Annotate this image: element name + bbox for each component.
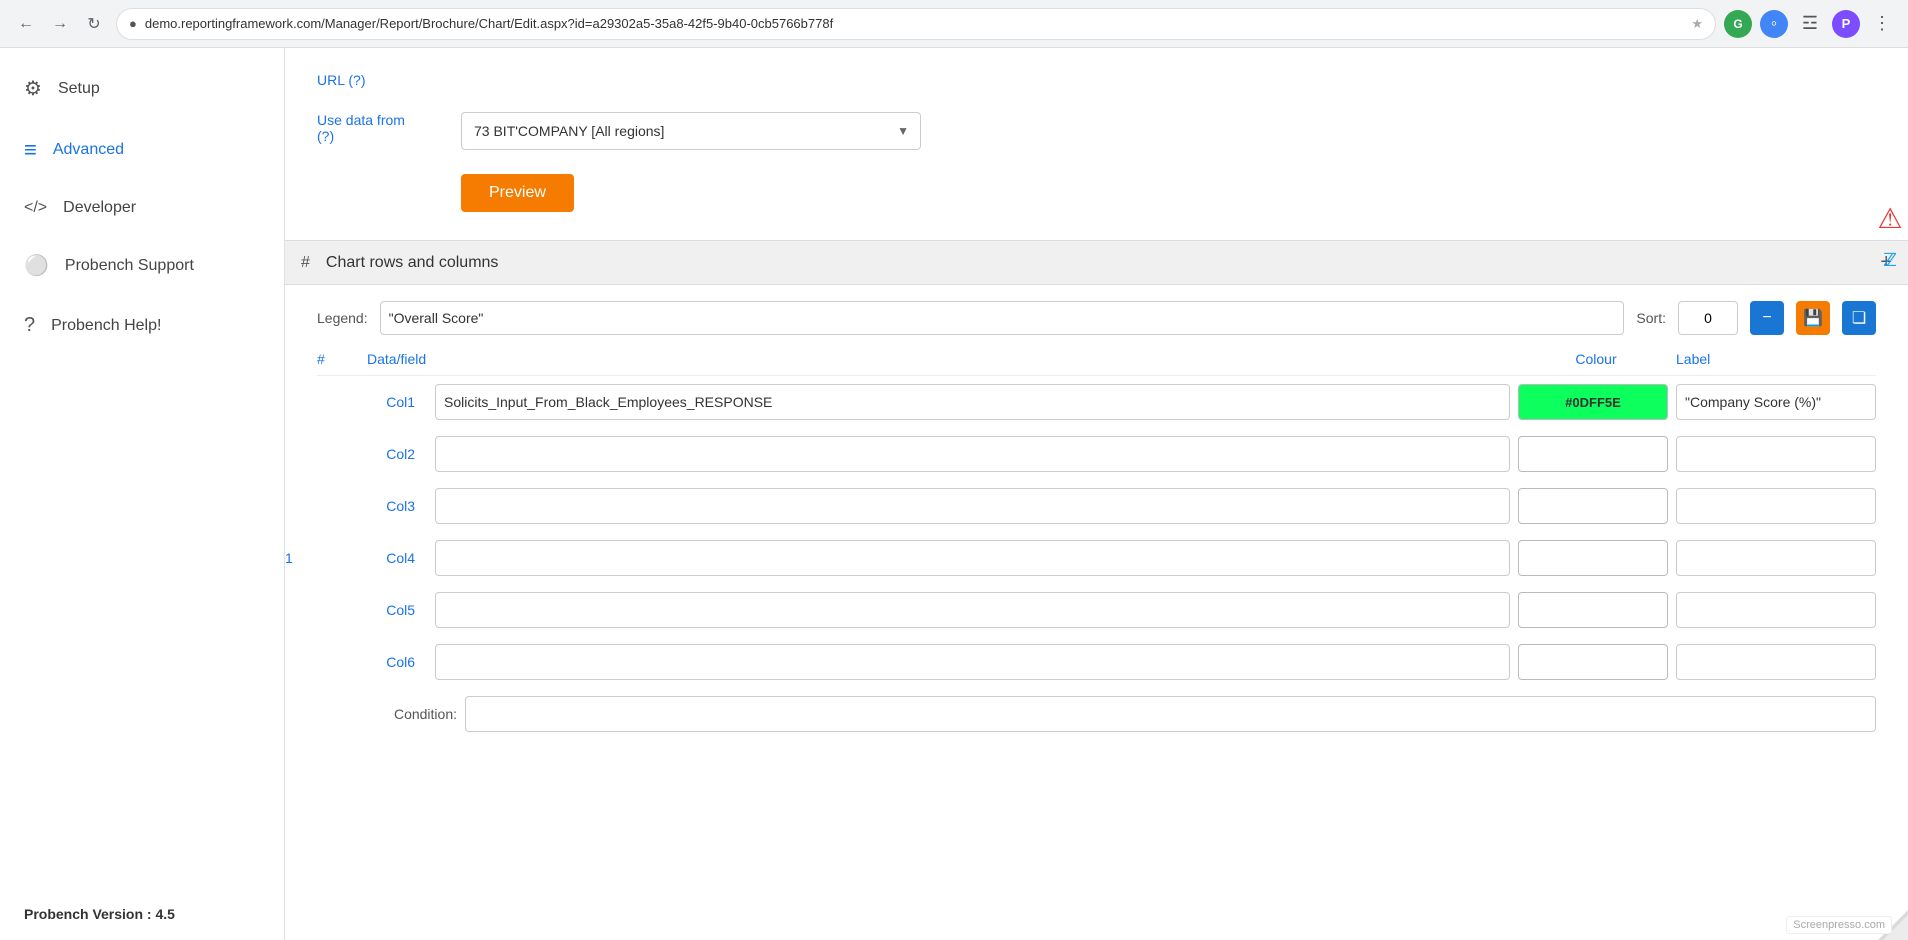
browser-actions: G ◦ ☲ P ⋮ (1724, 10, 1896, 38)
col3-data-input[interactable] (435, 488, 1510, 524)
col2-colour-box[interactable] (1518, 436, 1668, 472)
advanced-icon: ≡ (24, 137, 37, 163)
col2-num: Col2 (377, 446, 427, 462)
version-label: Probench Version : 4.5 (0, 888, 284, 940)
data-from-label: Use data from (?) (317, 112, 437, 144)
chart-section-title: Chart rows and columns (326, 254, 1880, 272)
sidebar-label-advanced: Advanced (53, 141, 124, 159)
setup-icon: ⚙ (24, 76, 42, 101)
developer-icon: </> (24, 199, 47, 217)
col4-data-input[interactable] (435, 540, 1510, 576)
legend-input[interactable] (380, 301, 1625, 335)
col-header-data: Data/field (367, 351, 1516, 367)
col2-label-input[interactable] (1676, 436, 1876, 472)
star-icon: ★ (1691, 16, 1703, 32)
support-icon: ⚪ (24, 253, 49, 278)
col3-num: Col3 (377, 498, 427, 514)
col4-num: Col4 (377, 550, 427, 566)
url-text: demo.reportingframework.com/Manager/Repo… (145, 16, 1683, 31)
sort-copy-button[interactable]: ❏ (1842, 301, 1876, 335)
sort-minus-button[interactable]: − (1750, 301, 1784, 335)
row1-label: Row1 (285, 550, 293, 566)
alert-icon[interactable]: ⚠ (1872, 200, 1908, 236)
data-from-help: (?) (317, 128, 437, 144)
chart-hash: # (301, 254, 310, 272)
col-header-label: Label (1676, 351, 1876, 367)
condition-row: Condition: (377, 688, 1876, 740)
extension-icon-2[interactable]: ◦ (1760, 10, 1788, 38)
table-row: Col3 (377, 480, 1876, 532)
col-header-hash: # (317, 351, 367, 367)
browser-nav: ← → ↻ (12, 10, 108, 38)
sidebar-label-setup: Setup (58, 80, 100, 98)
sidebar-item-probench-help[interactable]: ? Probench Help! (0, 296, 284, 355)
chart-section-header: # Chart rows and columns + (285, 240, 1908, 285)
data-select-wrapper: 73 BIT'COMPANY [All regions] ▼ (461, 112, 921, 150)
column-headers: # Data/field Colour Label (317, 343, 1876, 376)
profile-icon[interactable]: P (1832, 10, 1860, 38)
refresh-button[interactable]: ↻ (80, 10, 108, 38)
condition-input[interactable] (465, 696, 1876, 732)
col6-colour-box[interactable] (1518, 644, 1668, 680)
sort-input[interactable] (1678, 301, 1738, 335)
col5-label-input[interactable] (1676, 592, 1876, 628)
sidebar-item-advanced[interactable]: ≡ Advanced (0, 119, 284, 181)
data-from-text: Use data from (317, 112, 437, 128)
sidebar-label-support: Probench Support (65, 257, 194, 275)
table-row: Col1 #0DFF5E (377, 376, 1876, 428)
rows-container: Row1 Col1 #0DFF5E Col2 Col3 (317, 376, 1876, 740)
twitter-icon[interactable]: 𝕫 (1872, 240, 1908, 276)
sort-save-button[interactable]: 💾 (1796, 301, 1830, 335)
col-header-colour: Colour (1516, 351, 1676, 367)
url-row: URL (?) (317, 72, 1876, 88)
col3-label-input[interactable] (1676, 488, 1876, 524)
sidebar-item-setup[interactable]: ⚙ Setup (0, 58, 284, 119)
col5-data-input[interactable] (435, 592, 1510, 628)
sort-label: Sort: (1636, 310, 1666, 326)
col3-colour-box[interactable] (1518, 488, 1668, 524)
col1-colour-box[interactable]: #0DFF5E (1518, 384, 1668, 420)
col6-num: Col6 (377, 654, 427, 670)
col1-num: Col1 (377, 394, 427, 410)
condition-label: Condition: (377, 706, 457, 722)
content-area: URL (?) Use data from (?) 73 BIT'COMPANY… (285, 48, 1908, 764)
table-row: Col6 (377, 636, 1876, 688)
extension-icon-1[interactable]: G (1724, 10, 1752, 38)
forward-button[interactable]: → (46, 10, 74, 38)
col6-data-input[interactable] (435, 644, 1510, 680)
menu-icon[interactable]: ⋮ (1868, 10, 1896, 38)
app-container: ⚙ Setup ≡ Advanced </> Developer ⚪ Probe… (0, 48, 1908, 940)
legend-label: Legend: (317, 310, 368, 326)
table-row: Col5 (377, 584, 1876, 636)
back-button[interactable]: ← (12, 10, 40, 38)
data-from-select[interactable]: 73 BIT'COMPANY [All regions] (461, 112, 921, 150)
sidebar-item-probench-support[interactable]: ⚪ Probench Support (0, 235, 284, 296)
col1-data-input[interactable] (435, 384, 1510, 420)
col4-label-input[interactable] (1676, 540, 1876, 576)
col5-colour-box[interactable] (1518, 592, 1668, 628)
url-link[interactable]: URL (?) (317, 72, 366, 88)
screenpresso-badge: Screenpresso.com (1786, 916, 1892, 934)
extensions-icon[interactable]: ☲ (1796, 10, 1824, 38)
sidebar: ⚙ Setup ≡ Advanced </> Developer ⚪ Probe… (0, 48, 285, 940)
col1-label-input[interactable] (1676, 384, 1876, 420)
col2-data-input[interactable] (435, 436, 1510, 472)
data-from-row: Use data from (?) 73 BIT'COMPANY [All re… (317, 112, 1876, 150)
lock-icon: ● (129, 16, 137, 31)
col6-label-input[interactable] (1676, 644, 1876, 680)
help-icon: ? (24, 314, 35, 337)
legend-row: Legend: Sort: − 💾 ❏ (285, 285, 1908, 343)
main-content: URL (?) Use data from (?) 73 BIT'COMPANY… (285, 48, 1908, 940)
sidebar-item-developer[interactable]: </> Developer (0, 181, 284, 235)
col4-colour-box[interactable] (1518, 540, 1668, 576)
browser-chrome: ← → ↻ ● demo.reportingframework.com/Mana… (0, 0, 1908, 48)
table-row: Col4 (377, 532, 1876, 584)
address-bar[interactable]: ● demo.reportingframework.com/Manager/Re… (116, 8, 1716, 40)
side-icons: ⚠ 𝕫 (1872, 200, 1908, 276)
table-row: Col2 (377, 428, 1876, 480)
col5-num: Col5 (377, 602, 427, 618)
preview-button[interactable]: Preview (461, 174, 574, 212)
sidebar-label-help: Probench Help! (51, 317, 161, 335)
sidebar-label-developer: Developer (63, 199, 136, 217)
